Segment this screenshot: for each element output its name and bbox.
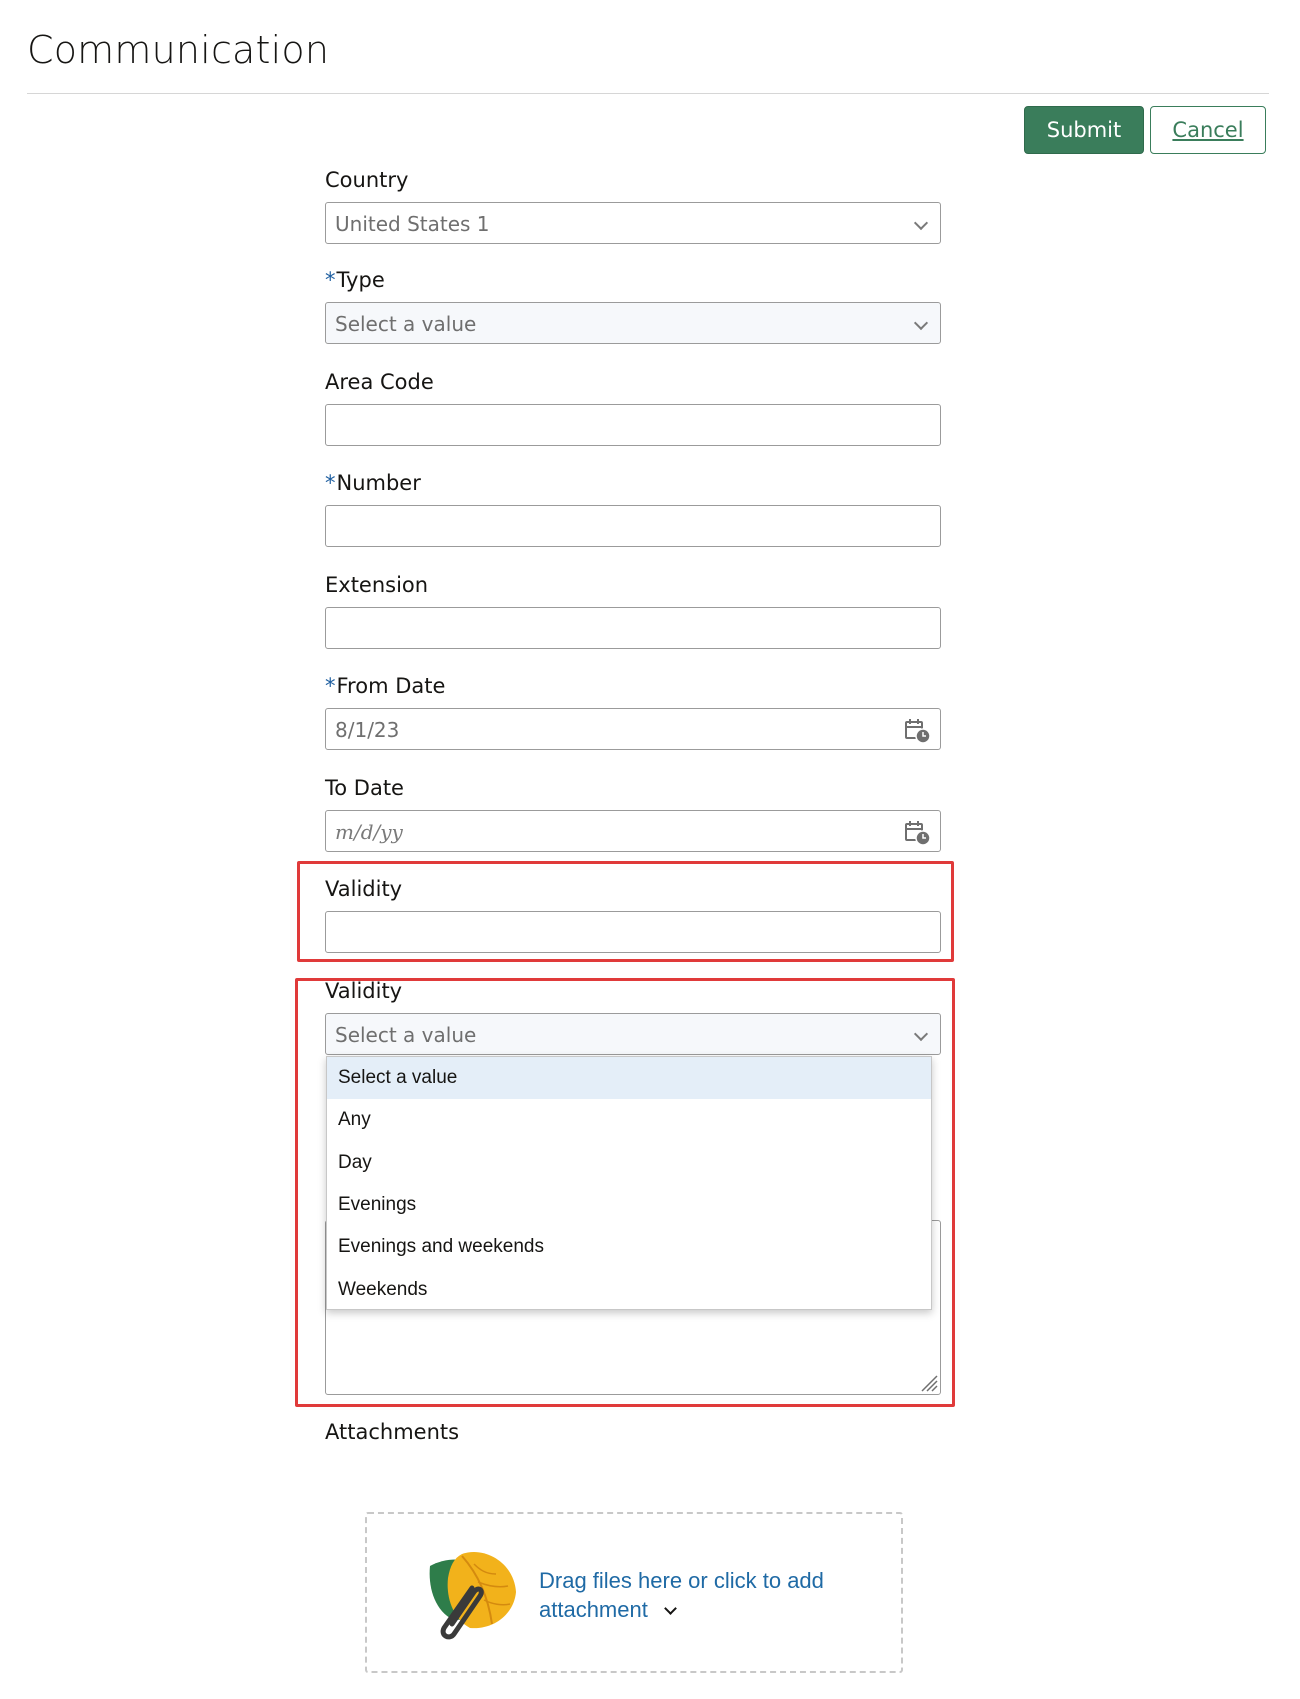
- validity-text-label: Validity: [325, 877, 403, 901]
- type-label-text: Type: [336, 268, 385, 292]
- cancel-button[interactable]: Cancel: [1150, 106, 1266, 154]
- submit-button[interactable]: Submit: [1024, 106, 1144, 154]
- calendar-icon[interactable]: [904, 718, 932, 744]
- from-date-value: 8/1/23: [335, 718, 400, 742]
- to-date-label: To Date: [325, 776, 404, 800]
- page-title: Communication: [27, 28, 330, 72]
- from-date-input[interactable]: 8/1/23: [325, 708, 941, 750]
- from-date-label-text: From Date: [336, 674, 446, 698]
- extension-label: Extension: [325, 573, 429, 597]
- from-date-label: *From Date: [325, 674, 445, 698]
- to-date-placeholder: m/d/yy: [335, 820, 403, 844]
- option-weekends[interactable]: Weekends: [327, 1268, 931, 1310]
- country-value: United States 1: [335, 212, 490, 236]
- option-evenings[interactable]: Evenings: [327, 1184, 931, 1226]
- attachment-dropzone[interactable]: Drag files here or click to add attachme…: [365, 1512, 903, 1673]
- type-value: Select a value: [335, 312, 477, 336]
- calendar-icon[interactable]: [904, 820, 932, 846]
- option-day[interactable]: Day: [327, 1142, 931, 1184]
- chevron-down-icon[interactable]: [663, 1602, 677, 1615]
- validity-select-value: Select a value: [335, 1023, 477, 1047]
- country-select[interactable]: United States 1: [325, 202, 941, 244]
- validity-options-list: Select a value Any Day Evenings Evenings…: [326, 1056, 932, 1310]
- required-marker: *: [325, 268, 336, 292]
- dropzone-text-line1: Drag files here or click to add: [539, 1568, 824, 1593]
- dropzone-text-line2: attachment: [539, 1595, 839, 1624]
- dropzone-text[interactable]: Drag files here or click to add attachme…: [539, 1566, 839, 1624]
- area-code-label: Area Code: [325, 370, 434, 394]
- type-select[interactable]: Select a value: [325, 302, 941, 344]
- extension-input[interactable]: [325, 607, 941, 649]
- area-code-input[interactable]: [325, 404, 941, 446]
- dropzone-text-line2-label: attachment: [539, 1597, 648, 1622]
- title-divider: [27, 93, 1269, 94]
- option-evenings-and-weekends[interactable]: Evenings and weekends: [327, 1226, 931, 1268]
- attachments-label: Attachments: [325, 1420, 460, 1444]
- option-any[interactable]: Any: [327, 1099, 931, 1141]
- number-input[interactable]: [325, 505, 941, 547]
- resize-handle-icon[interactable]: [918, 1372, 938, 1392]
- chevron-down-icon: [913, 215, 929, 231]
- number-label-text: Number: [336, 471, 421, 495]
- country-label: Country: [325, 168, 409, 192]
- submit-label: Submit: [1046, 118, 1122, 142]
- number-label: *Number: [325, 471, 421, 495]
- cancel-label: Cancel: [1172, 118, 1244, 142]
- validity-select-label: Validity: [325, 979, 403, 1003]
- validity-select[interactable]: Select a value: [325, 1013, 941, 1055]
- chevron-down-icon: [913, 315, 929, 331]
- type-label: *Type: [325, 268, 385, 292]
- to-date-input[interactable]: m/d/yy: [325, 810, 941, 852]
- required-marker: *: [325, 471, 336, 495]
- required-marker: *: [325, 674, 336, 698]
- chevron-down-icon: [913, 1026, 929, 1042]
- option-select-a-value[interactable]: Select a value: [327, 1057, 931, 1100]
- validity-text-input[interactable]: [325, 911, 941, 953]
- leaf-paperclip-icon: [429, 1551, 516, 1640]
